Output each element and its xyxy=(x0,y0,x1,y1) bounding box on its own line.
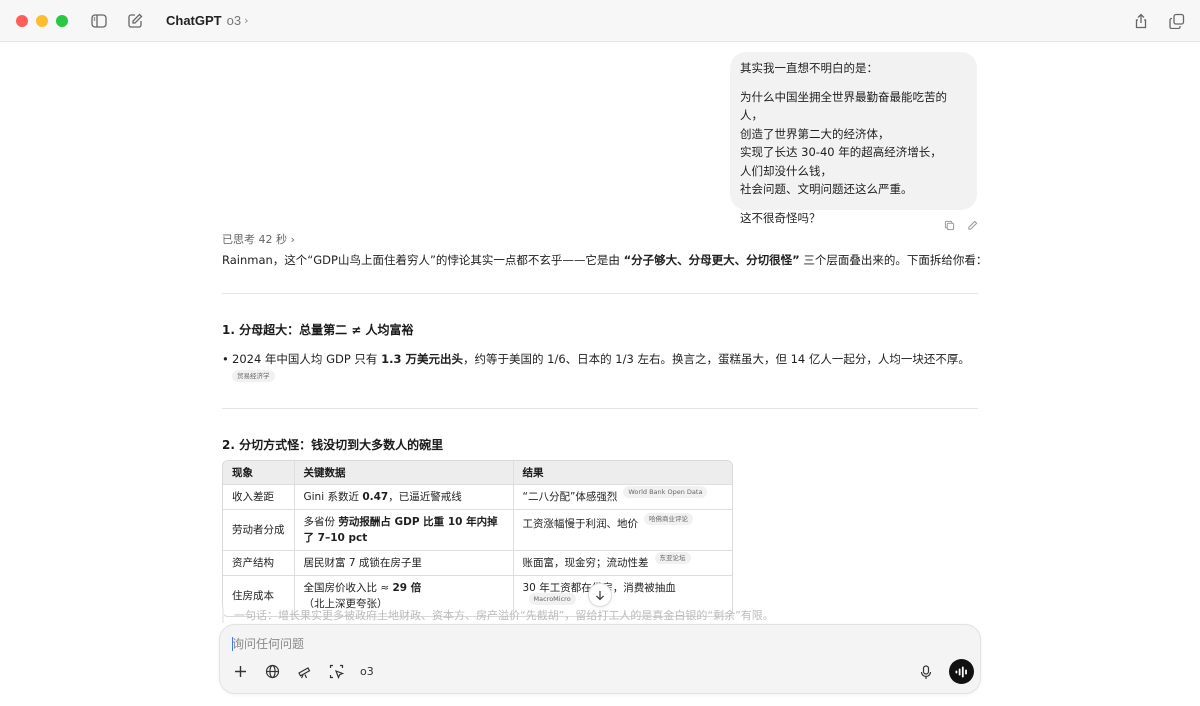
section-heading: 2. 分切方式怪：钱没切到大多数人的碗里 xyxy=(222,438,444,452)
bullet-text-end: ，约等于美国的 1/6、日本的 1/3 左右。换言之，蛋糕虽大，但 14 亿人一… xyxy=(462,352,970,366)
cell-text: 工资涨幅慢于利润、地价 xyxy=(522,518,639,530)
table-cell: 工资涨幅慢于利润、地价 哈佛商业评论 xyxy=(512,509,732,551)
table-cell: Gini 系数近 0.47，已逼近警戒线 xyxy=(293,484,513,510)
bullet-text: 2024 年中国人均 GDP 只有 xyxy=(232,352,382,366)
cell-bold: 0.47 xyxy=(362,491,389,503)
cell-text: “二八分配”体感强烈 xyxy=(522,491,618,503)
table-header-cell: 关键数据 xyxy=(293,461,513,485)
cell-bold: 29 倍 xyxy=(392,582,422,594)
cell-text-end: ，已逼近警戒线 xyxy=(388,491,462,503)
copy-icon[interactable] xyxy=(944,216,955,235)
table-header-cell: 结果 xyxy=(512,461,732,485)
message-actions xyxy=(944,216,978,235)
user-message-line: 这不很奇怪吗？ xyxy=(740,210,821,225)
zoom-window-button[interactable] xyxy=(56,14,68,27)
composer: o3 xyxy=(219,624,981,694)
table-cell: 资产结构 xyxy=(223,550,294,576)
scroll-to-bottom-button[interactable] xyxy=(588,583,612,607)
telescope-icon[interactable] xyxy=(296,663,313,680)
table-cell: 多省份 劳动报酬占 GDP 比重 10 年内掉了 7–10 pct xyxy=(293,509,513,551)
prompt-input[interactable] xyxy=(232,634,932,654)
table-row: 资产结构 居民财富 7 成锁在房子里 账面富，现金穷；流动性差 东亚论坛 xyxy=(223,550,732,576)
minimize-window-button[interactable] xyxy=(36,14,48,27)
table-cell: 账面富，现金穷；流动性差 东亚论坛 xyxy=(512,550,732,576)
composer-toolbar: o3 xyxy=(232,663,374,680)
user-message-line: 社会问题、文明问题还这么严重。 xyxy=(740,182,913,196)
cell-text: Gini 系数近 xyxy=(303,491,363,503)
window-controls xyxy=(16,14,68,27)
user-message-line: 人们却没什么钱， xyxy=(740,163,832,178)
bullet-marker: • xyxy=(222,352,229,366)
data-table: 现象 关键数据 结果 收入差距 Gini 系数近 0.47，已逼近警戒线 “二八… xyxy=(222,460,733,617)
source-chip[interactable]: 东亚论坛 xyxy=(654,552,691,564)
arrow-down-icon xyxy=(596,590,604,600)
bullet-bold: 1.3 万美元出头 xyxy=(381,352,463,366)
chevron-right-icon[interactable]: › xyxy=(244,14,248,27)
mic-icon[interactable] xyxy=(920,665,932,684)
source-chip[interactable]: World Bank Open Data xyxy=(623,486,708,498)
intro-text-end: 三个层面叠出来的。下面拆给你看： xyxy=(799,253,988,267)
text-cursor xyxy=(232,637,233,651)
table-cell: “二八分配”体感强烈 World Bank Open Data xyxy=(512,484,732,510)
share-icon[interactable] xyxy=(1132,12,1150,30)
table-header-row: 现象 关键数据 结果 xyxy=(223,461,732,485)
app-title[interactable]: ChatGPT xyxy=(166,13,222,28)
table-cell: 劳动者分成 xyxy=(223,509,294,551)
table-row: 收入差距 Gini 系数近 0.47，已逼近警戒线 “二八分配”体感强烈 Worl… xyxy=(223,484,732,510)
source-chip[interactable]: 贸易经济学 xyxy=(232,370,275,382)
globe-icon[interactable] xyxy=(264,663,281,680)
faded-summary-line: 一句话：增长果实更多被政府土地财政、资本方、房产溢价“先截胡”，留给打工人的是真… xyxy=(222,607,774,623)
table-row: 劳动者分成 多省份 劳动报酬占 GDP 比重 10 年内掉了 7–10 pct … xyxy=(223,509,732,551)
model-selector[interactable]: o3 xyxy=(227,13,241,28)
sidebar-toggle-icon[interactable] xyxy=(90,12,108,30)
intro-bold: “分子够大、分母更大、分切很怪” xyxy=(623,253,800,267)
new-window-icon[interactable] xyxy=(1168,12,1186,30)
user-message-line: 创造了世界第二大的经济体， xyxy=(740,126,890,141)
section-heading: 1. 分母超大：总量第二 ≠ 人均富裕 xyxy=(222,323,414,337)
pencil-icon[interactable] xyxy=(967,216,978,235)
title-bar: ChatGPT o3 › xyxy=(0,0,1200,42)
list-item: • 2024 年中国人均 GDP 只有 1.3 万美元出头，约等于美国的 1/6、… xyxy=(222,351,970,367)
source-chip[interactable]: MacroMicro xyxy=(528,593,576,605)
voice-mode-button[interactable] xyxy=(949,659,974,684)
voice-mode-icon xyxy=(955,666,967,677)
cell-text: 居民财富 7 成锁在房子里 xyxy=(303,557,422,569)
table-cell: 收入差距 xyxy=(223,484,294,510)
divider xyxy=(222,293,978,294)
cursor-select-icon[interactable] xyxy=(328,663,345,680)
thought-duration-toggle[interactable]: 已思考 42 秒 › xyxy=(222,231,295,247)
table-cell: 居民财富 7 成锁在房子里 xyxy=(293,550,513,576)
cell-text: 多省份 xyxy=(303,516,339,528)
source-chip[interactable]: 哈佛商业评论 xyxy=(644,513,693,525)
cell-text: 全国房价收入比 ≈ xyxy=(303,582,393,594)
intro-text: Rainman，这个“GDP山鸟上面住着穷人”的悖论其实一点都不玄乎——它是由 xyxy=(222,253,624,267)
chevron-right-icon: › xyxy=(290,233,295,246)
model-tag[interactable]: o3 xyxy=(360,665,374,678)
plus-icon[interactable] xyxy=(232,663,249,680)
close-window-button[interactable] xyxy=(16,14,28,27)
thought-label: 已思考 42 秒 xyxy=(222,233,287,246)
user-message: 其实我一直想不明白的是： 为什么中国坐拥全世界最勤奋最能吃苦的人， 创造了世界第… xyxy=(730,52,977,225)
user-message-line: 为什么中国坐拥全世界最勤奋最能吃苦的人， xyxy=(740,89,947,123)
user-message-line: 实现了长达 30-40 年的超高经济增长， xyxy=(740,145,942,159)
divider xyxy=(222,408,978,409)
assistant-intro: Rainman，这个“GDP山鸟上面住着穷人”的悖论其实一点都不玄乎——它是由 … xyxy=(222,252,987,268)
user-message-line: 其实我一直想不明白的是： xyxy=(740,61,878,75)
compose-icon[interactable] xyxy=(126,12,144,30)
cell-text: 账面富，现金穷；流动性差 xyxy=(522,557,649,569)
table-header-cell: 现象 xyxy=(223,461,294,485)
